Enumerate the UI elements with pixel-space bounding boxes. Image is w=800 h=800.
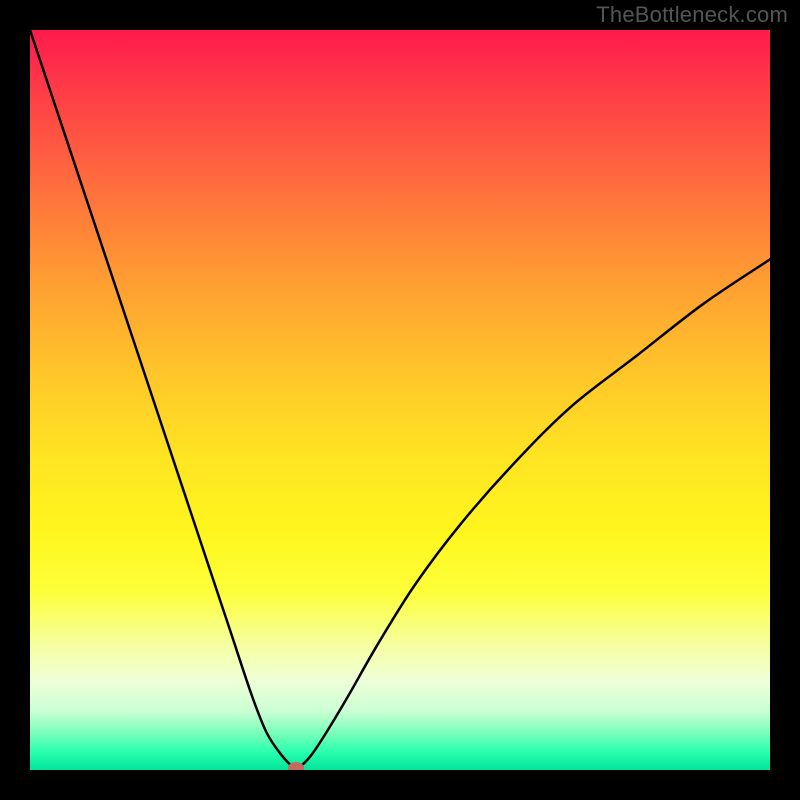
plot-area <box>30 30 770 770</box>
minimum-marker-icon <box>288 762 304 770</box>
chart-frame: TheBottleneck.com <box>0 0 800 800</box>
watermark-text: TheBottleneck.com <box>596 2 788 28</box>
bottleneck-curve <box>30 30 770 770</box>
